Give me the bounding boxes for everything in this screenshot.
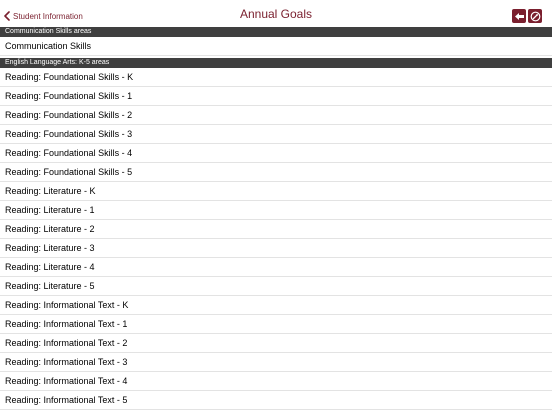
chevron-left-icon [4, 11, 10, 21]
list-item[interactable]: Reading: Informational Text - 3 [0, 353, 552, 372]
back-button-label: Student Information [13, 11, 83, 21]
list-item[interactable]: Reading: Foundational Skills - 3 [0, 125, 552, 144]
back-arrow-icon[interactable] [512, 9, 526, 23]
list-item[interactable]: Reading: Informational Text - 4 [0, 372, 552, 391]
list-item[interactable]: Reading: Informational Text - 2 [0, 334, 552, 353]
list-item[interactable]: Reading: Literature - 1 [0, 201, 552, 220]
list-item[interactable]: Reading: Foundational Skills - K [0, 68, 552, 87]
list-item[interactable]: Reading: Literature - 3 [0, 239, 552, 258]
section-header: English Language Arts: K-5 areas [0, 58, 552, 68]
list-item[interactable]: Reading: Informational Text - 5 [0, 391, 552, 410]
list-item[interactable]: Reading: Foundational Skills - 1 [0, 87, 552, 106]
list-item[interactable]: Communication Skills [0, 37, 552, 56]
nav-bar: Student Information Annual Goals [0, 0, 552, 27]
back-button[interactable]: Student Information [4, 9, 83, 23]
list-item[interactable]: Reading: Foundational Skills - 2 [0, 106, 552, 125]
list-item[interactable]: Reading: Literature - 2 [0, 220, 552, 239]
section-header: Communication Skills areas [0, 27, 552, 37]
list-item[interactable]: Reading: Foundational Skills - 4 [0, 144, 552, 163]
list-item[interactable]: Reading: Informational Text - K [0, 296, 552, 315]
list-item[interactable]: Reading: Literature - 4 [0, 258, 552, 277]
list-item[interactable]: Reading: Foundational Skills - 5 [0, 163, 552, 182]
edit-icon[interactable] [528, 9, 542, 23]
list-item[interactable]: Reading: Informational Text - 1 [0, 315, 552, 334]
list-item[interactable]: Reading: Literature - 5 [0, 277, 552, 296]
list-item[interactable]: Reading: Literature - K [0, 182, 552, 201]
